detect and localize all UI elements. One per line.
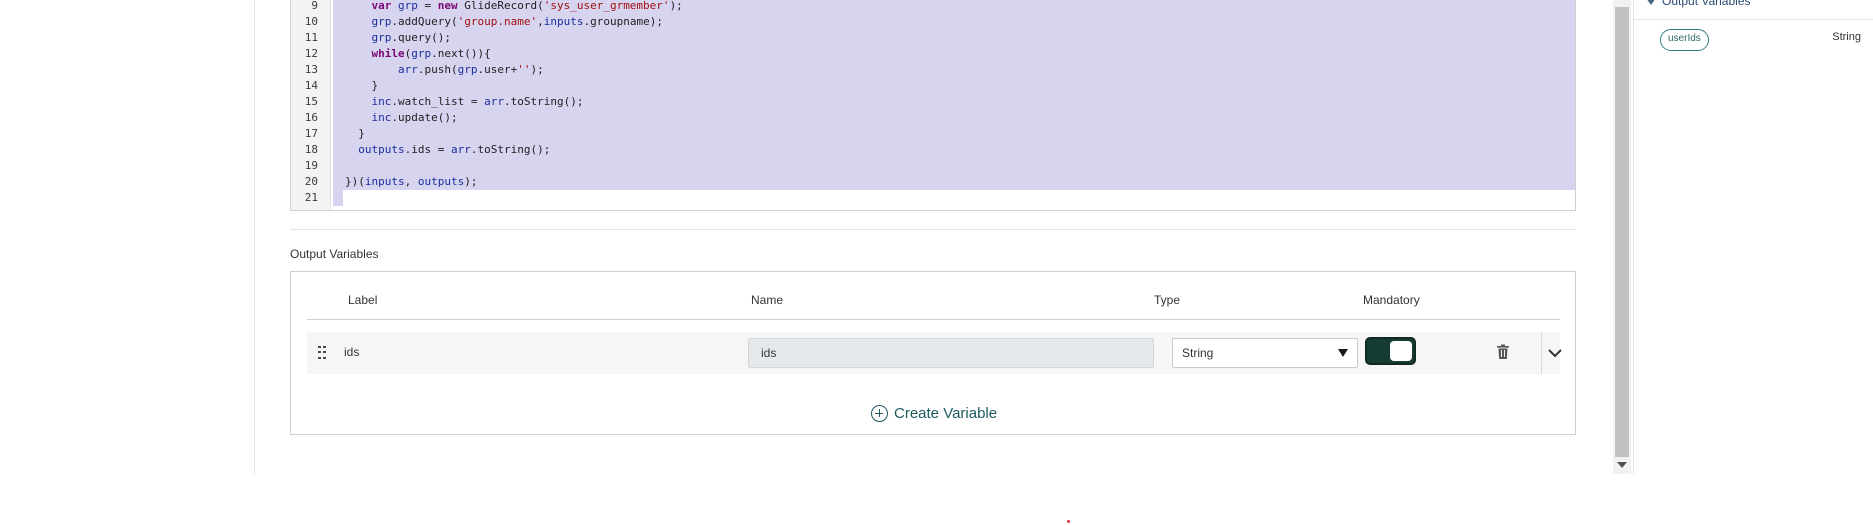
code-line: }: [345, 79, 379, 92]
line-number: 20: [304, 175, 318, 188]
code-line: grp.query();: [371, 31, 451, 44]
drag-handle-icon[interactable]: [318, 346, 326, 360]
variable-label[interactable]: ids: [344, 345, 359, 359]
output-variables-heading: Output Variables: [1662, 0, 1751, 8]
data-pill-userids[interactable]: userIds: [1660, 29, 1709, 51]
chevron-down-icon[interactable]: [1543, 346, 1567, 360]
create-variable-label: Create Variable: [894, 405, 998, 422]
line-number: 11: [304, 31, 318, 44]
variable-type-value: String: [1182, 346, 1214, 360]
output-variables-title: Output Variables: [290, 247, 379, 261]
scrollbar-thumb[interactable]: [1615, 7, 1629, 457]
line-number: 16: [304, 111, 318, 124]
text-selection-tail: [333, 190, 343, 206]
section-divider: [290, 229, 1576, 230]
plus-circle-icon: [871, 405, 888, 422]
mandatory-toggle[interactable]: [1365, 337, 1416, 365]
line-number: 12: [304, 47, 318, 60]
variable-type-select[interactable]: String: [1172, 338, 1358, 368]
variable-name-field[interactable]: ids: [748, 338, 1154, 368]
output-variables-table: Label Name Type Mandatory ids ids String: [290, 271, 1576, 435]
left-divider: [254, 0, 255, 474]
output-variables-section-toggle[interactable]: Output Variables: [1646, 0, 1751, 8]
code-line: inc.watch_list = arr.toString();: [371, 95, 584, 108]
script-editor[interactable]: 9 10 11 12 13 14 15 16 17 18 19 20 21 va…: [290, 0, 1576, 211]
code-line: while(grp.next()){: [371, 47, 491, 60]
header-divider: [307, 319, 1560, 320]
dropdown-arrow-icon: [1338, 349, 1348, 357]
code-line: })(inputs, outputs);: [345, 175, 478, 188]
scroll-down-arrow-icon[interactable]: [1617, 462, 1627, 468]
line-number: 17: [304, 127, 318, 140]
line-number: 18: [304, 143, 318, 156]
delete-icon[interactable]: [1496, 344, 1510, 360]
column-header-mandatory: Mandatory: [1363, 293, 1420, 307]
vertical-scrollbar[interactable]: [1613, 0, 1631, 474]
line-number: 10: [304, 15, 318, 28]
column-header-name: Name: [751, 293, 784, 307]
column-header-type: Type: [1154, 293, 1181, 307]
code-line: }: [345, 127, 365, 140]
toggle-knob: [1390, 341, 1412, 361]
line-number: 9: [311, 0, 318, 12]
table-row: ids ids String: [307, 332, 1562, 374]
line-number: 13: [304, 63, 318, 76]
cursor-mark: [1067, 520, 1070, 523]
code-line: inc.update();: [371, 111, 458, 124]
code-line: var grp = new GlideRecord('sys_user_grme…: [371, 0, 683, 12]
data-pill-type: String: [1832, 31, 1861, 43]
row-separator: [1541, 332, 1542, 374]
collapse-triangle-icon: [1646, 0, 1656, 5]
data-pill-panel: Output Variables userIds String: [1633, 0, 1873, 474]
code-line: grp.addQuery('group.name',inputs.groupna…: [371, 15, 663, 28]
code-line: arr.push(grp.user+'');: [397, 63, 544, 76]
line-number: 15: [304, 95, 318, 108]
line-number: 14: [304, 79, 318, 92]
line-number: 21: [304, 191, 318, 204]
column-header-label: Label: [348, 293, 378, 307]
panel-divider: [1634, 19, 1873, 20]
code-line: outputs.ids = arr.toString();: [358, 143, 551, 156]
create-variable-button[interactable]: Create Variable: [871, 405, 997, 422]
line-number: 19: [304, 159, 318, 172]
